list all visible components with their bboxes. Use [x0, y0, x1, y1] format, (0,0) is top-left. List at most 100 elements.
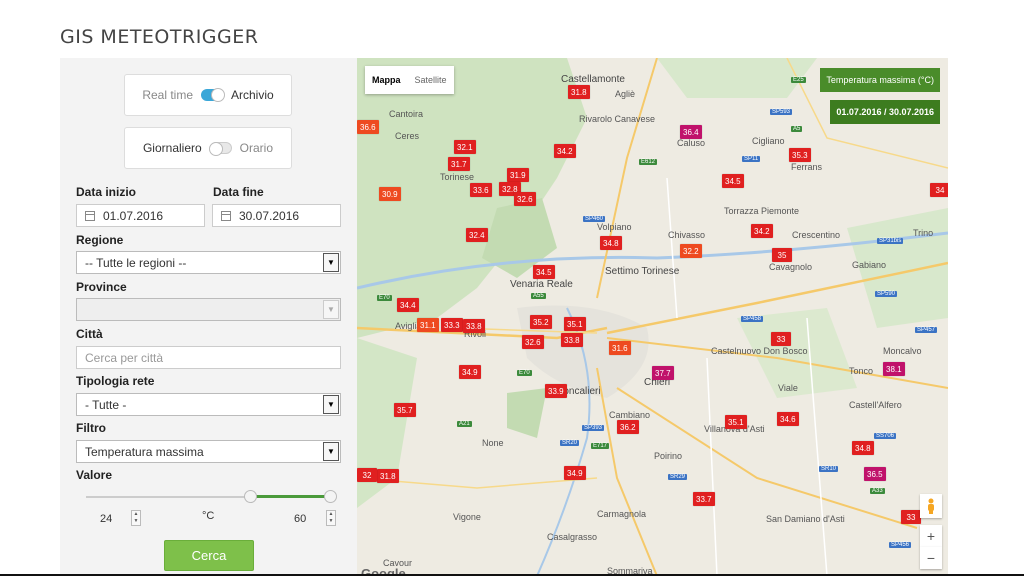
province-select[interactable]: ▼ — [76, 298, 341, 321]
archive-switch[interactable] — [201, 88, 225, 102]
temperature-marker[interactable]: 31.7 — [448, 157, 470, 171]
map-type-satellite-button[interactable]: Satellite — [408, 66, 454, 94]
place-label: Moncalvo — [883, 346, 922, 356]
temperature-marker[interactable]: 34.8 — [852, 441, 874, 455]
place-label: Castelnuovo Don Bosco — [711, 346, 808, 356]
temperature-marker[interactable]: 34.5 — [722, 174, 744, 188]
map-view[interactable]: Castellamonte Agliè Rivarolo Canavese Ca… — [357, 58, 948, 576]
temperature-marker[interactable]: 31.6 — [609, 341, 631, 355]
place-label: Cigliano — [752, 136, 785, 146]
temperature-marker[interactable]: 35.7 — [394, 403, 416, 417]
map-background — [357, 58, 948, 576]
temperature-marker[interactable]: 32.6 — [514, 192, 536, 206]
temperature-marker[interactable]: 33.3 — [441, 318, 463, 332]
temperature-marker[interactable]: 34.6 — [777, 412, 799, 426]
temperature-marker[interactable]: 36.4 — [680, 125, 702, 139]
temperature-marker[interactable]: 35.2 — [530, 315, 552, 329]
temperature-marker[interactable]: 33.9 — [545, 384, 567, 398]
zoom-in-button[interactable]: + — [920, 525, 942, 547]
search-button[interactable]: Cerca — [164, 540, 254, 571]
temperature-marker[interactable]: 34.9 — [564, 466, 586, 480]
archive-label: Archivio — [231, 88, 274, 102]
temperature-marker[interactable]: 31.9 — [507, 168, 529, 182]
city-search-input[interactable]: Cerca per città — [76, 346, 341, 369]
temperature-marker[interactable]: 32.1 — [454, 140, 476, 154]
temperature-marker[interactable]: 33.8 — [561, 333, 583, 347]
place-label: Torrazza Piemonte — [724, 206, 800, 216]
region-value: -- Tutte le regioni -- — [85, 255, 187, 270]
road-shield: A55 — [531, 293, 546, 299]
network-select[interactable]: - Tutte - ▼ — [76, 393, 341, 416]
daily-label: Giornaliero — [142, 141, 202, 155]
temperature-marker[interactable]: 34.9 — [459, 365, 481, 379]
street-view-pegman-icon[interactable] — [920, 494, 942, 518]
daily-hourly-toggle[interactable]: Giornaliero Orario — [124, 127, 292, 169]
map-type-map-button[interactable]: Mappa — [365, 66, 408, 94]
temperature-marker[interactable]: 35.1 — [725, 415, 747, 429]
hourly-switch[interactable] — [208, 142, 232, 156]
temperature-marker[interactable]: 36.2 — [617, 420, 639, 434]
temperature-marker[interactable]: 31.1 — [417, 318, 439, 332]
temperature-marker[interactable]: 34.2 — [751, 224, 773, 238]
temperature-marker[interactable]: 31.8 — [568, 85, 590, 99]
place-label: Castell'Alfero — [849, 400, 902, 410]
place-label: Cavagnolo — [769, 262, 813, 272]
road-shield: SP11 — [742, 156, 761, 162]
temperature-marker[interactable]: 38.1 — [883, 362, 905, 376]
temperature-marker[interactable]: 36.6 — [357, 120, 379, 134]
place-label: Rivarolo Canavese — [579, 114, 656, 124]
value-slider-range — [250, 495, 331, 498]
filter-select[interactable]: Temperatura massima ▼ — [76, 440, 341, 463]
road-shield: A33 — [870, 488, 885, 494]
chevron-down-icon[interactable]: ▼ — [323, 395, 339, 414]
place-label: Trino — [913, 228, 934, 238]
place-label: Cambiano — [609, 410, 651, 420]
value-min-stepper[interactable]: ▲ ▼ — [131, 510, 141, 526]
date-end-input[interactable]: 30.07.2016 — [212, 204, 341, 227]
place-label: Castellamonte — [561, 74, 625, 85]
chevron-down-icon[interactable]: ▼ — [323, 253, 339, 272]
slider-max-handle[interactable] — [324, 490, 337, 503]
road-shield: SP457 — [915, 327, 938, 333]
realtime-label: Real time — [142, 88, 193, 102]
temperature-marker[interactable]: 35.1 — [564, 317, 586, 331]
temperature-marker[interactable]: 34.5 — [533, 265, 555, 279]
temperature-marker[interactable]: 35.3 — [789, 148, 811, 162]
temperature-marker[interactable]: 34.4 — [397, 298, 419, 312]
road-shield: E717 — [591, 443, 610, 449]
temperature-marker[interactable]: 33.6 — [470, 183, 492, 197]
date-start-input[interactable]: 01.07.2016 — [76, 204, 205, 227]
city-label: Città — [76, 327, 103, 341]
realtime-archive-toggle[interactable]: Real time Archivio — [124, 74, 292, 116]
temperature-marker[interactable]: 32.2 — [680, 244, 702, 258]
temperature-marker[interactable]: 31.8 — [377, 469, 399, 483]
temperature-marker[interactable]: 33 — [901, 510, 921, 524]
place-label: Cantoira — [389, 109, 424, 119]
temperature-marker[interactable]: 36.5 — [864, 467, 886, 481]
value-max-stepper[interactable]: ▲ ▼ — [326, 510, 336, 526]
temperature-marker[interactable]: 34.8 — [600, 236, 622, 250]
temperature-marker[interactable]: 37.7 — [652, 366, 674, 380]
temperature-marker[interactable]: 30.9 — [379, 187, 401, 201]
temperature-marker[interactable]: 32 — [357, 468, 377, 482]
date-start-value: 01.07.2016 — [103, 208, 164, 223]
temperature-marker[interactable]: 32.4 — [466, 228, 488, 242]
temperature-marker[interactable]: 33.7 — [693, 492, 715, 506]
region-select[interactable]: -- Tutte le regioni -- ▼ — [76, 251, 341, 274]
zoom-out-button[interactable]: − — [920, 547, 942, 569]
filter-label: Filtro — [76, 421, 106, 435]
calendar-icon — [221, 210, 231, 221]
temperature-marker[interactable]: 33.8 — [463, 319, 485, 333]
road-shield: SP590 — [875, 291, 898, 297]
road-shield: A21 — [457, 421, 472, 427]
temperature-marker[interactable]: 35 — [772, 248, 792, 262]
place-label: Viale — [778, 383, 798, 393]
slider-min-handle[interactable] — [244, 490, 257, 503]
temperature-marker[interactable]: 32.6 — [522, 335, 544, 349]
chevron-down-icon[interactable]: ▼ — [323, 442, 339, 461]
temperature-marker[interactable]: 34 — [930, 183, 948, 197]
temperature-marker[interactable]: 33 — [771, 332, 791, 346]
temperature-marker[interactable]: 34.2 — [554, 144, 576, 158]
road-shield: SR29 — [668, 474, 688, 480]
network-label: Tipologia rete — [76, 374, 155, 388]
